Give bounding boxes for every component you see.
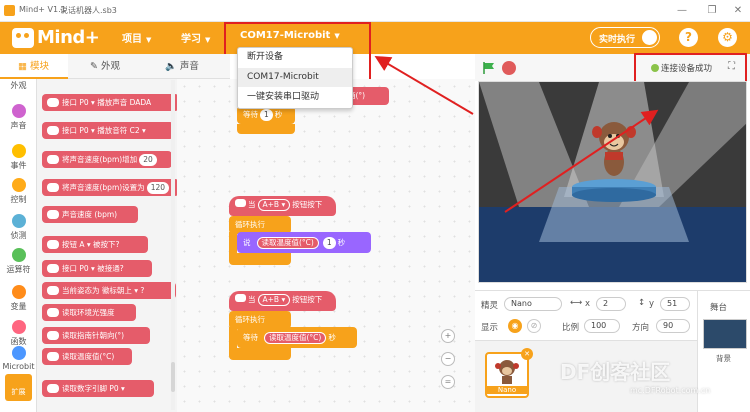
port-dropdown: 断开设备 COM17-Microbit 一键安装串口驱动 — [237, 47, 353, 109]
annotation-arrows — [374, 55, 659, 213]
dropdown-option-disconnect[interactable]: 断开设备 — [238, 48, 352, 67]
arrow-to-status — [504, 109, 659, 213]
arrow-to-port — [374, 55, 474, 115]
dropdown-option-com17[interactable]: COM17-Microbit — [238, 68, 352, 87]
dropdown-option-install-driver[interactable]: 一键安装串口驱动 — [238, 88, 352, 107]
